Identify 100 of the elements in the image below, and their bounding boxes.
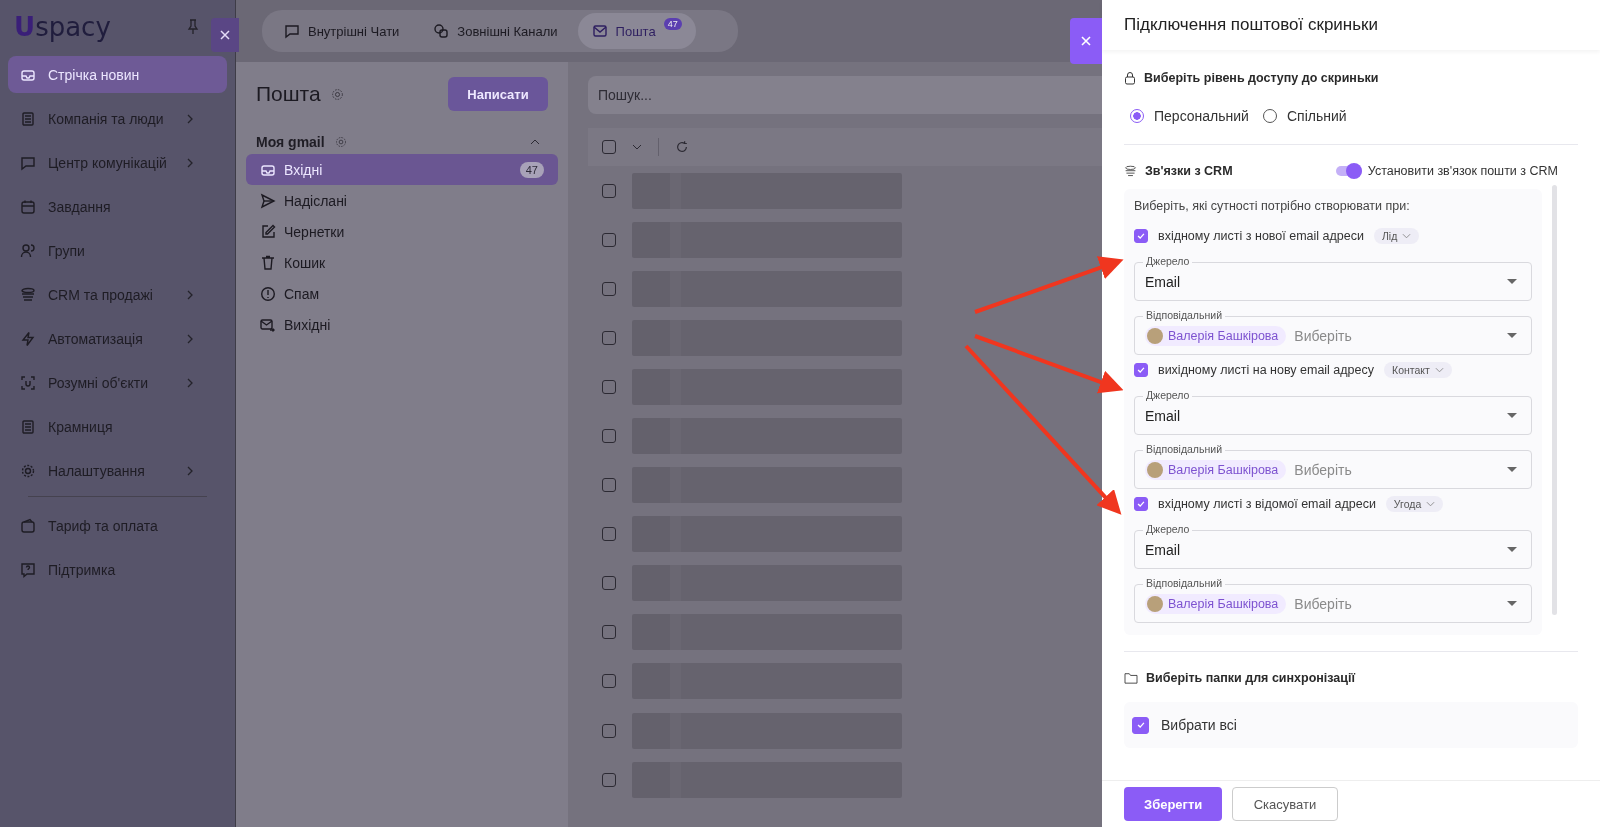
entity-dropdown[interactable]: Контакт bbox=[1384, 362, 1452, 378]
rule-label: вхідному листі з відомої email адреси bbox=[1158, 497, 1376, 511]
checkbox[interactable] bbox=[602, 330, 616, 345]
tab[interactable]: Внутрішні Чати bbox=[270, 13, 414, 49]
close-icon bbox=[219, 29, 231, 41]
checkbox-label: Вибрати всі bbox=[1161, 717, 1237, 733]
checkbox[interactable] bbox=[602, 625, 616, 640]
checkbox[interactable] bbox=[602, 723, 616, 738]
search-field[interactable]: Пошук... bbox=[588, 76, 1102, 114]
section-title: Виберіть папки для синхронізації bbox=[1146, 671, 1355, 685]
checkbox[interactable] bbox=[602, 527, 616, 542]
caret-icon bbox=[1507, 413, 1517, 418]
sidebar-item[interactable]: Крамниця bbox=[8, 408, 227, 445]
check-icon bbox=[1136, 499, 1146, 509]
chevron-icon bbox=[187, 113, 193, 124]
folder-item[interactable]: Кошик bbox=[246, 247, 558, 278]
help-icon bbox=[20, 561, 36, 578]
sidebar-item[interactable]: Налаштування bbox=[8, 452, 227, 489]
close-button[interactable] bbox=[1070, 18, 1102, 64]
checkbox[interactable] bbox=[602, 232, 616, 247]
sidebar-item[interactable]: Завдання bbox=[8, 188, 227, 225]
checkbox[interactable] bbox=[602, 183, 616, 198]
user-chip[interactable]: Валерія Башкірова bbox=[1145, 325, 1287, 346]
drawer-title: Підключення поштової скриньки bbox=[1124, 15, 1378, 35]
compose-button[interactable]: Написати bbox=[448, 77, 548, 111]
sidebar-item[interactable]: Центр комунікацій bbox=[8, 144, 227, 181]
refresh-icon[interactable] bbox=[675, 140, 689, 154]
settings-icon[interactable] bbox=[334, 136, 347, 148]
entity-dropdown[interactable]: Лід bbox=[1373, 228, 1420, 244]
frame-icon bbox=[20, 374, 36, 391]
placeholder-text: Виберіть bbox=[1294, 461, 1352, 478]
caret-icon bbox=[1507, 467, 1517, 472]
tab[interactable]: Пошта 47 bbox=[577, 13, 696, 49]
cancel-button[interactable]: Скасувати bbox=[1232, 787, 1338, 821]
scrollbar[interactable] bbox=[1552, 185, 1557, 615]
checkbox[interactable] bbox=[602, 478, 616, 493]
close-button[interactable] bbox=[211, 18, 239, 52]
chevron-icon bbox=[1426, 501, 1436, 507]
chevron-icon bbox=[187, 465, 193, 476]
outbox-icon bbox=[260, 316, 276, 333]
sidebar-item[interactable]: Підтримка bbox=[8, 551, 227, 588]
sidebar-item[interactable]: Компанія та люди bbox=[8, 100, 227, 137]
folder-item[interactable]: Вихідні bbox=[246, 309, 558, 340]
sidebar-item[interactable]: Розумні об'єкти bbox=[8, 364, 227, 401]
chevron-icon bbox=[1402, 233, 1412, 239]
gear-icon bbox=[20, 462, 36, 479]
entity-dropdown[interactable]: Угода bbox=[1385, 496, 1444, 512]
tab[interactable]: Зовнішні Канали bbox=[419, 13, 572, 49]
checkbox[interactable] bbox=[602, 140, 616, 154]
field-label: Відповідальний bbox=[1143, 443, 1225, 455]
checkbox[interactable] bbox=[602, 576, 616, 591]
toggle-switch[interactable] bbox=[1335, 166, 1362, 176]
user-chip[interactable]: Валерія Башкірова bbox=[1145, 593, 1287, 614]
field-value[interactable]: Email bbox=[1145, 541, 1180, 558]
collapse-icon[interactable] bbox=[530, 139, 540, 145]
radio-button[interactable] bbox=[1130, 109, 1144, 123]
checkbox[interactable] bbox=[1134, 497, 1148, 511]
field-label: Відповідальний bbox=[1143, 309, 1225, 321]
mail-icon bbox=[591, 23, 608, 39]
checkbox[interactable] bbox=[1134, 229, 1148, 243]
sidebar-item[interactable]: CRM та продажі bbox=[8, 276, 227, 313]
checkbox[interactable] bbox=[602, 772, 616, 787]
sidebar-item[interactable]: Групи bbox=[8, 232, 227, 269]
chevron-icon bbox=[187, 157, 193, 168]
rule-label: вихідному листі на нову email адресу bbox=[1158, 363, 1375, 377]
checkbox[interactable] bbox=[1132, 716, 1149, 734]
alert-icon bbox=[260, 285, 276, 302]
folder-item[interactable]: Вхідні 47 bbox=[246, 154, 558, 185]
field-label: Джерело bbox=[1143, 523, 1193, 535]
user-chip[interactable]: Валерія Башкірова bbox=[1145, 459, 1287, 480]
field-label: Відповідальний bbox=[1143, 577, 1225, 589]
chevron-icon bbox=[187, 333, 193, 344]
folder-item[interactable]: Спам bbox=[246, 278, 558, 309]
folder-icon bbox=[1124, 672, 1138, 684]
checkbox[interactable] bbox=[602, 674, 616, 689]
caret-icon bbox=[1507, 279, 1517, 284]
count-badge: 47 bbox=[519, 161, 544, 178]
caret-icon bbox=[1507, 601, 1517, 606]
sidebar-item[interactable]: Стрічка новин bbox=[8, 56, 227, 93]
save-button[interactable]: Зберегти bbox=[1124, 787, 1222, 821]
checkbox[interactable] bbox=[1134, 363, 1148, 377]
caret-icon bbox=[1507, 547, 1517, 552]
chat-icon bbox=[20, 154, 36, 171]
checkbox[interactable] bbox=[602, 281, 616, 296]
pin-icon[interactable] bbox=[187, 19, 199, 35]
settings-icon[interactable] bbox=[330, 87, 344, 101]
sidebar-item[interactable]: Автоматизація bbox=[8, 320, 227, 357]
radio-label: Спільний bbox=[1286, 108, 1347, 124]
sidebar-item[interactable]: Тариф та оплата bbox=[8, 507, 227, 544]
folder-item[interactable]: Чернетки bbox=[246, 216, 558, 247]
caret-icon[interactable] bbox=[632, 144, 642, 150]
field-value[interactable]: Email bbox=[1145, 407, 1180, 424]
send-icon bbox=[260, 192, 276, 209]
field-value[interactable]: Email bbox=[1145, 273, 1180, 290]
folder-item[interactable]: Надіслані bbox=[246, 185, 558, 216]
account-name: Моя gmail bbox=[256, 134, 325, 150]
chevron-icon bbox=[1434, 367, 1444, 373]
checkbox[interactable] bbox=[602, 429, 616, 443]
checkbox[interactable] bbox=[602, 379, 616, 394]
stack-icon bbox=[20, 286, 36, 303]
